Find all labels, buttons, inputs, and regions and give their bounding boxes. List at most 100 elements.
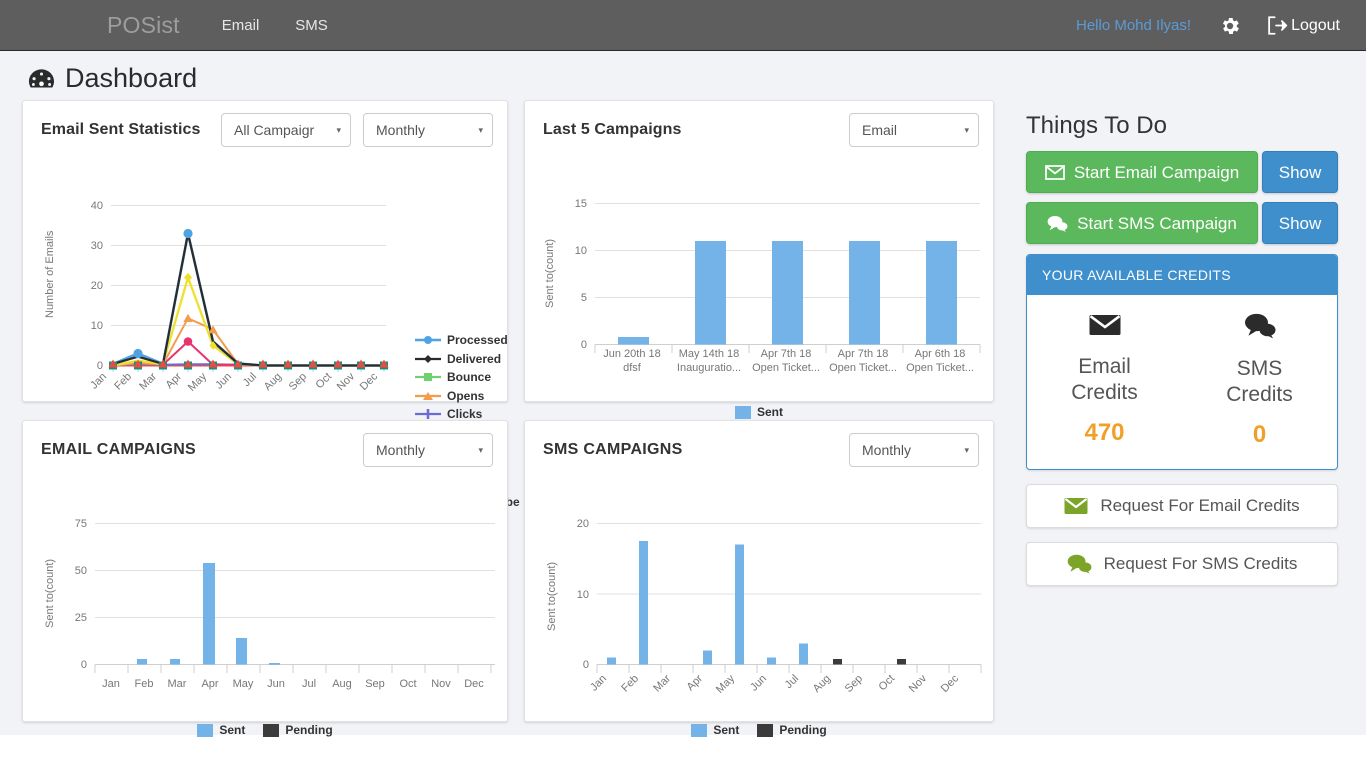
bar-sent-4	[849, 241, 880, 345]
envelope-icon	[1045, 165, 1065, 180]
series-dropped	[113, 278, 384, 366]
legend-swatch-sent	[735, 406, 751, 419]
dashboard-layout: Email Sent Statistics All Campaigr ▾ Mon…	[0, 100, 1366, 740]
logout-button[interactable]: Logout	[1255, 16, 1352, 35]
nav-right-group: Hello Mohd Ilyas! Logout	[1062, 0, 1352, 51]
bar-sent-apr	[203, 563, 215, 665]
legend-item: Processed	[415, 333, 520, 347]
y-tick-10: 10	[577, 589, 589, 601]
legend-marker-opens	[415, 390, 441, 402]
marker-processed-feb	[133, 349, 142, 358]
available-credits-body: Email Credits 470	[1027, 295, 1337, 469]
bar-chart-svg: 20 10 0 Sent to(count) Jan Feb Mar Apr M…	[525, 473, 993, 713]
y-tick-20: 20	[577, 518, 589, 530]
gridlines	[597, 524, 981, 595]
bar-sent-apr	[703, 651, 712, 665]
svg-text:Oct: Oct	[314, 371, 335, 392]
bar-sent-may	[735, 545, 744, 665]
legend-item-sent: Sent	[691, 723, 739, 737]
user-greeting: Hello Mohd Ilyas!	[1062, 17, 1205, 34]
nav-item-sms[interactable]: SMS	[281, 9, 342, 42]
credit-icon-wrap	[1027, 313, 1182, 342]
svg-text:Aug: Aug	[811, 673, 833, 695]
svg-text:Nov: Nov	[335, 370, 358, 393]
sms-credits-label-line2: Credits	[1182, 382, 1337, 408]
bar-chart-svg: 75 50 25 0 Sent to(count) JanFebMar AprM…	[23, 473, 507, 713]
svg-text:Dec: Dec	[464, 678, 484, 690]
period-select-email-stats[interactable]: Monthly ▾	[363, 113, 493, 147]
nav-item-email[interactable]: Email	[208, 9, 274, 42]
y-tick-0: 0	[583, 659, 589, 671]
panel-title-last-5-campaigns: Last 5 Campaigns	[543, 121, 682, 139]
gridlines	[95, 524, 495, 618]
gear-icon	[1219, 15, 1241, 37]
logout-label: Logout	[1291, 18, 1340, 34]
start-email-campaign-button[interactable]: Start Email Campaign	[1026, 151, 1258, 193]
campaign-select[interactable]: All Campaigr ▾	[221, 113, 351, 147]
svg-text:Oct: Oct	[399, 678, 416, 690]
todo-row-sms: Start SMS Campaign Show	[1026, 202, 1338, 244]
legend-item: Opens	[415, 389, 520, 403]
svg-text:Aug: Aug	[332, 678, 352, 690]
y-tick-10: 10	[575, 245, 587, 257]
bar-sent-jun	[269, 663, 280, 665]
panel-controls: Monthly ▾	[849, 433, 979, 467]
bar-sent-1	[618, 337, 649, 345]
panel-sms-campaigns: SMS CAMPAIGNS Monthly ▾	[524, 420, 994, 722]
svg-text:Aug: Aug	[262, 371, 284, 393]
legend-label: Sent	[757, 405, 783, 419]
comments-icon	[1047, 215, 1068, 232]
page-title-text: Dashboard	[65, 65, 197, 92]
svg-text:Apr: Apr	[164, 370, 185, 391]
svg-text:May: May	[186, 370, 210, 393]
start-sms-campaign-button[interactable]: Start SMS Campaign	[1026, 202, 1258, 244]
chart-legend-last-5: Sent	[525, 405, 993, 419]
period-select-email-campaigns[interactable]: Monthly ▾	[363, 433, 493, 467]
show-label: Show	[1279, 164, 1322, 181]
y-tick-20: 20	[91, 280, 103, 292]
svg-text:Jan: Jan	[588, 673, 609, 694]
legend-item: Bounce	[415, 370, 520, 384]
y-tick-5: 5	[581, 292, 587, 304]
dashboard-tachometer-icon	[28, 68, 55, 90]
legend-label: Pending	[779, 723, 826, 737]
series-delivered	[113, 234, 384, 366]
bar-sent-feb	[137, 659, 147, 665]
bar-sent-jun	[767, 658, 776, 665]
y-tick-25: 25	[75, 612, 87, 624]
svg-text:Feb: Feb	[112, 371, 134, 393]
legend-label: Sent	[219, 723, 245, 737]
start-email-campaign-label: Start Email Campaign	[1074, 164, 1239, 181]
brand-logo[interactable]: POSist	[107, 12, 180, 39]
show-email-campaign-button[interactable]: Show	[1262, 151, 1338, 193]
svg-text:Mar: Mar	[137, 370, 159, 392]
svg-text:Sep: Sep	[365, 678, 385, 690]
chevron-down-icon: ▾	[964, 445, 969, 456]
period-select-sms-campaigns[interactable]: Monthly ▾	[849, 433, 979, 467]
panel-title-sms-campaigns: SMS CAMPAIGNS	[543, 441, 683, 459]
bar-sent-jul	[799, 644, 808, 665]
show-sms-campaign-button[interactable]: Show	[1262, 202, 1338, 244]
email-credits-value: 470	[1027, 419, 1182, 447]
x-label-campaign-5: Apr 6th 18 Open Ticket...	[902, 347, 978, 375]
chart-last-5-campaigns: 15 10 5 0 Sent to(count) Jun 20th 18 dfs…	[525, 153, 993, 393]
bar-sent-may	[236, 638, 247, 665]
panel-controls: Email ▾	[849, 113, 979, 147]
campaign-type-select[interactable]: Email ▾	[849, 113, 979, 147]
settings-button[interactable]	[1205, 15, 1255, 37]
legend-label: Clicks	[447, 407, 482, 421]
period-select-value: Monthly	[376, 442, 425, 458]
things-to-do-column: Things To Do Start Email Campaign Show	[1016, 100, 1338, 740]
x-label-campaign-1: Jun 20th 18 dfsf	[594, 347, 670, 375]
x-tick-labels: JanFebMar AprMayJun JulAugSep OctNovDec	[102, 678, 484, 690]
chart-legend-email-campaigns: Sent Pending	[23, 723, 507, 737]
request-sms-credits-button[interactable]: Request For SMS Credits	[1026, 542, 1338, 586]
page-title: Dashboard	[0, 51, 1366, 100]
legend-marker-bounce	[415, 371, 441, 383]
comments-icon	[1244, 313, 1276, 339]
svg-text:Nov: Nov	[907, 672, 930, 695]
request-email-credits-button[interactable]: Request For Email Credits	[1026, 484, 1338, 528]
marker-processed-apr	[183, 229, 192, 238]
legend-label: Bounce	[447, 370, 491, 384]
svg-text:May: May	[233, 678, 254, 690]
